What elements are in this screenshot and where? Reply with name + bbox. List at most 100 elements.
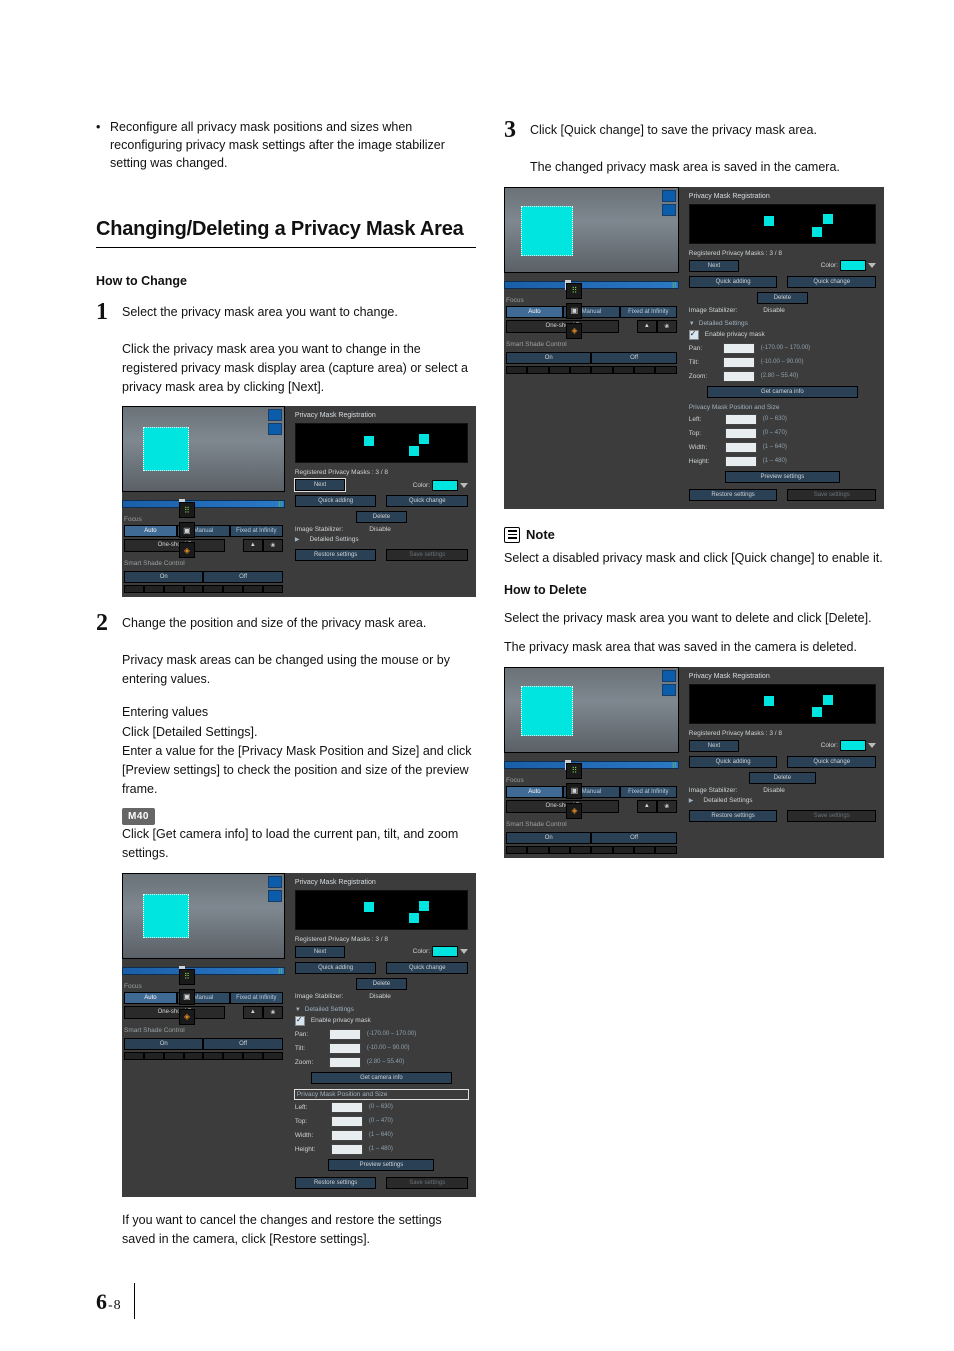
zoom-slider[interactable]: ⠿ bbox=[122, 500, 285, 508]
focus-near-icon[interactable]: ▲ bbox=[243, 539, 263, 552]
camera-preview[interactable] bbox=[122, 406, 285, 492]
top-input-3[interactable] bbox=[725, 428, 757, 439]
color-dropdown-icon-2[interactable] bbox=[460, 949, 468, 954]
registered-mask-3[interactable] bbox=[409, 446, 419, 456]
quick-adding-button-2[interactable]: Quick adding bbox=[295, 962, 377, 974]
focus-far-icon[interactable]: ❀ bbox=[263, 539, 283, 552]
focus-auto-button[interactable]: Auto bbox=[124, 525, 177, 537]
camera-preview-3[interactable] bbox=[504, 187, 679, 273]
quick-adding-button-3[interactable]: Quick adding bbox=[689, 276, 778, 288]
shade-on-button-2[interactable]: On bbox=[124, 1038, 203, 1050]
quick-change-button-4[interactable]: Quick change bbox=[787, 756, 876, 768]
ptz-icon-2[interactable]: ⠿ bbox=[179, 969, 195, 985]
registered-mask-2b[interactable] bbox=[419, 901, 429, 911]
quick-adding-button[interactable]: Quick adding bbox=[295, 495, 377, 507]
shade-on-button-4[interactable]: On bbox=[506, 832, 591, 844]
quick-adding-button-4[interactable]: Quick adding bbox=[689, 756, 778, 768]
zoom-slider-3[interactable]: ⠿ bbox=[504, 281, 679, 289]
ptz-icon-3[interactable]: ⠿ bbox=[566, 283, 582, 299]
quick-change-button[interactable]: Quick change bbox=[386, 495, 468, 507]
delete-button-4[interactable]: Delete bbox=[749, 772, 816, 784]
preview-icon-1b[interactable] bbox=[268, 876, 282, 888]
focus-fixed-button[interactable]: Fixed at Infinity bbox=[230, 525, 283, 537]
color-dropdown-icon-3[interactable] bbox=[868, 263, 876, 268]
registered-mask-3b[interactable] bbox=[409, 913, 419, 923]
color-swatch-4[interactable] bbox=[840, 740, 866, 751]
oneshot-af-button-4[interactable]: One-shot AF bbox=[506, 800, 619, 813]
preview-icon-2c[interactable] bbox=[662, 204, 676, 216]
shade-off-button[interactable]: Off bbox=[203, 571, 282, 583]
save-settings-button-4[interactable]: Save settings bbox=[787, 810, 876, 822]
restore-settings-button-3[interactable]: Restore settings bbox=[689, 489, 778, 501]
focus-near-icon-3[interactable]: ▲ bbox=[637, 320, 657, 333]
preview-icon-2[interactable] bbox=[268, 423, 282, 435]
privacy-mask-box[interactable] bbox=[143, 427, 189, 471]
oneshot-af-button-2[interactable]: One-shot AF bbox=[124, 1006, 225, 1019]
save-settings-button-3[interactable]: Save settings bbox=[787, 489, 876, 501]
pan-input[interactable] bbox=[329, 1029, 361, 1040]
delete-button-2[interactable]: Delete bbox=[356, 978, 407, 990]
privacy-mask-box-2[interactable] bbox=[143, 894, 189, 938]
get-camera-info-button-3[interactable]: Get camera info bbox=[707, 386, 859, 398]
focus-fixed-button-3[interactable]: Fixed at Infinity bbox=[620, 306, 677, 318]
preview-icon-1d[interactable] bbox=[662, 670, 676, 682]
focus-far-icon-3[interactable]: ❀ bbox=[657, 320, 677, 333]
shade-on-button-3[interactable]: On bbox=[506, 352, 591, 364]
registered-mask-area[interactable] bbox=[295, 423, 468, 463]
registered-mask-3d[interactable] bbox=[812, 707, 822, 717]
center-icon-2[interactable]: ◈ bbox=[179, 1009, 195, 1025]
shade-off-button-3[interactable]: Off bbox=[591, 352, 676, 364]
color-swatch-2[interactable] bbox=[432, 946, 458, 957]
preview-icon-2d[interactable] bbox=[662, 684, 676, 696]
registered-mask-1c[interactable] bbox=[764, 216, 774, 226]
preview-icon-1[interactable] bbox=[268, 409, 282, 421]
color-dropdown-icon[interactable] bbox=[460, 483, 468, 488]
center-icon[interactable]: ◈ bbox=[179, 542, 195, 558]
privacy-mask-box-4[interactable] bbox=[521, 686, 573, 736]
next-button-3[interactable]: Next bbox=[689, 260, 739, 272]
shade-off-button-2[interactable]: Off bbox=[203, 1038, 282, 1050]
next-button-4[interactable]: Next bbox=[689, 740, 739, 752]
focus-near-icon-4[interactable]: ▲ bbox=[637, 800, 657, 813]
fullscreen-icon-2[interactable]: ▣ bbox=[179, 989, 195, 1005]
next-button[interactable]: Next bbox=[295, 479, 345, 491]
fullscreen-icon-3[interactable]: ▣ bbox=[566, 303, 582, 319]
height-input-3[interactable] bbox=[725, 456, 757, 467]
next-button-2[interactable]: Next bbox=[295, 946, 345, 958]
focus-auto-button-2[interactable]: Auto bbox=[124, 992, 177, 1004]
enable-privacy-mask-checkbox-3[interactable] bbox=[689, 330, 699, 340]
delete-button[interactable]: Delete bbox=[356, 511, 407, 523]
save-settings-button-2[interactable]: Save settings bbox=[386, 1177, 468, 1189]
color-swatch[interactable] bbox=[432, 480, 458, 491]
fullscreen-icon[interactable]: ▣ bbox=[179, 522, 195, 538]
focus-fixed-button-2[interactable]: Fixed at Infinity bbox=[230, 992, 283, 1004]
color-swatch-3[interactable] bbox=[840, 260, 866, 271]
top-input[interactable] bbox=[331, 1116, 363, 1127]
get-camera-info-button[interactable]: Get camera info bbox=[311, 1072, 452, 1084]
delete-button-3[interactable]: Delete bbox=[757, 292, 808, 304]
oneshot-af-button-3[interactable]: One-shot AF bbox=[506, 320, 619, 333]
focus-far-icon-4[interactable]: ❀ bbox=[657, 800, 677, 813]
focus-far-icon-2[interactable]: ❀ bbox=[263, 1006, 283, 1019]
zoom-input-3[interactable] bbox=[723, 371, 755, 382]
registered-mask-2c[interactable] bbox=[823, 214, 833, 224]
registered-mask-area-2[interactable] bbox=[295, 890, 468, 930]
focus-fixed-button-4[interactable]: Fixed at Infinity bbox=[620, 786, 677, 798]
left-input-3[interactable] bbox=[725, 414, 757, 425]
tilt-input[interactable] bbox=[329, 1043, 361, 1054]
detailed-settings-toggle-4[interactable]: Detailed Settings bbox=[689, 797, 876, 804]
quick-change-button-2[interactable]: Quick change bbox=[386, 962, 468, 974]
registered-mask-area-3[interactable] bbox=[689, 204, 876, 244]
ptz-icon[interactable]: ⠿ bbox=[179, 502, 195, 518]
shade-on-button[interactable]: On bbox=[124, 571, 203, 583]
enable-privacy-mask-checkbox[interactable] bbox=[295, 1016, 305, 1026]
registered-mask-2d[interactable] bbox=[823, 695, 833, 705]
detailed-settings-toggle-2[interactable]: Detailed Settings bbox=[295, 1006, 468, 1013]
zoom-input[interactable] bbox=[329, 1057, 361, 1068]
focus-near-icon-2[interactable]: ▲ bbox=[243, 1006, 263, 1019]
color-dropdown-icon-4[interactable] bbox=[868, 743, 876, 748]
preview-settings-button-3[interactable]: Preview settings bbox=[725, 471, 839, 483]
tilt-input-3[interactable] bbox=[723, 357, 755, 368]
center-icon-4[interactable]: ◈ bbox=[566, 803, 582, 819]
registered-mask-3c[interactable] bbox=[812, 227, 822, 237]
